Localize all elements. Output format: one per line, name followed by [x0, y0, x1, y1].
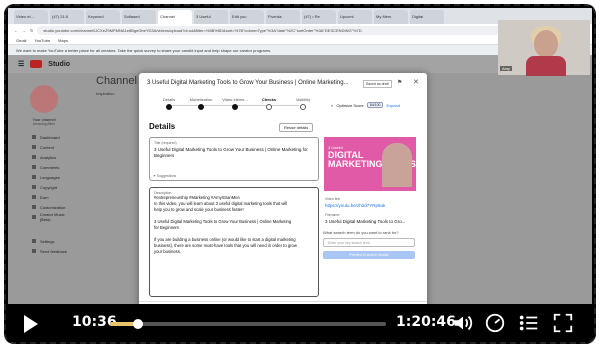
details-heading: Details [149, 122, 176, 131]
browser-tab[interactable]: Sofiased [122, 10, 156, 24]
browser-tab[interactable]: Video et... [14, 10, 48, 24]
sidebar-item-analytics[interactable]: Analytics [32, 152, 74, 162]
title-value[interactable]: 3 Useful Digital Marketing Tools to Grow… [154, 147, 314, 159]
browser-tab[interactable]: Edit you [230, 10, 264, 24]
play-icon[interactable] [24, 315, 38, 333]
sidebar-item-dashboard[interactable]: Dashboard [32, 132, 74, 142]
search-term-question: What search term do you want to rank for… [323, 230, 399, 235]
score-badge: 84/100 [366, 102, 384, 108]
music-icon [32, 215, 36, 219]
content-icon [32, 145, 36, 149]
presenter-face [534, 30, 558, 58]
preview-search-button[interactable]: Preview in search results [323, 251, 415, 259]
dialog-title: 3 Useful Digital Marketing Tools to Grow… [147, 80, 349, 86]
tab-inspiration[interactable]: Inspiration [96, 91, 114, 96]
progress-handle[interactable] [132, 319, 143, 329]
fullscreen-icon[interactable] [552, 312, 574, 334]
dashboard-icon [32, 135, 36, 139]
webcam-overlay: Amy [498, 20, 590, 76]
back-icon[interactable]: ← [14, 28, 18, 33]
duration: 1:20:46 [396, 314, 456, 330]
upload-stepper: Details Monetization Video eleme... Chec… [149, 97, 319, 111]
progress-track[interactable] [110, 319, 386, 329]
alert-icon[interactable]: ⚑ [397, 79, 402, 86]
thumbnail-presenter [382, 143, 412, 187]
title-field[interactable]: Title (required) 3 Useful Digital Market… [149, 137, 319, 181]
video-thumbnail[interactable]: 3 Useful DIGITAL MARKETING TOOLS [324, 137, 416, 191]
settings-icon [32, 239, 36, 243]
browser-tab[interactable]: (47) • Re [302, 10, 336, 24]
browser-tab[interactable]: Digital [410, 10, 444, 24]
reload-icon[interactable]: ↻ [30, 28, 33, 33]
optimize-score: ◐ Optimize Score 84/100 Expand [331, 102, 401, 108]
sidebar-item-languages[interactable]: Languages [32, 172, 74, 182]
sidebar-item-comments[interactable]: Comments [32, 162, 74, 172]
volume-icon[interactable] [452, 312, 474, 334]
chapters-list-icon[interactable] [518, 312, 540, 334]
video-player-frame: Video et... (47) 21:5 Keyword Sofiased C… [4, 4, 596, 344]
forward-icon[interactable]: → [22, 28, 26, 33]
comments-icon [32, 165, 36, 169]
player-controls: 10:36 1:20:46 [6, 304, 594, 342]
sidebar-item-earn[interactable]: Earn [32, 192, 74, 202]
browser-tab[interactable]: My Mem [374, 10, 408, 24]
description-line: your business. [154, 249, 181, 254]
bookmark-gmail[interactable]: Gmail [16, 38, 26, 43]
feedback-icon [32, 249, 36, 253]
suggestions-chip[interactable]: ✦ Suggestions [153, 174, 176, 178]
browser-tab[interactable]: Upcomi [338, 10, 372, 24]
presenter-body [526, 56, 566, 76]
sidebar-item-creator-music[interactable]: Creator Music (Beta) [32, 212, 74, 222]
youtube-logo-icon [30, 60, 43, 68]
studio-logo-text: Studio [48, 60, 71, 68]
browser-tab[interactable]: Fiverda: [266, 10, 300, 24]
languages-icon [32, 175, 36, 179]
browser-tab[interactable]: Keyword [86, 10, 120, 24]
menu-icon[interactable]: ☰ [18, 60, 24, 68]
analytics-icon [32, 155, 36, 159]
saved-draft-badge: Saved as draft [363, 80, 392, 88]
sidebar-subtitle: Amazing Allen [32, 122, 56, 126]
description-field[interactable]: Description #entrepreneurship #Marketing… [149, 187, 319, 297]
optimize-icon: ◐ [331, 102, 334, 108]
sidebar-item-feedback[interactable]: Send feedback [32, 246, 74, 256]
speed-icon[interactable] [484, 312, 506, 334]
filename-label: Filename [325, 213, 340, 217]
keyword-input[interactable]: Enter your key search term [323, 238, 415, 247]
bookmark-maps[interactable]: Maps [58, 38, 68, 43]
sidebar-item-settings[interactable]: Settings [32, 236, 74, 246]
title-label: Title (required) [154, 141, 177, 145]
video-link[interactable]: https://youtu.be/zh2d7YRp5uk [325, 203, 385, 208]
close-icon[interactable]: ✕ [413, 78, 419, 86]
video-link-label: Video link [325, 197, 341, 201]
bookmark-youtube[interactable]: YouTube [34, 38, 50, 43]
sidebar-item-content[interactable]: Content [32, 142, 74, 152]
filename-value: 3 Useful Digital Marketing Tools to Gro.… [325, 219, 406, 224]
expand-link[interactable]: Expand [386, 103, 400, 108]
video-details-dialog: 3 Useful Digital Marketing Tools to Grow… [139, 73, 427, 314]
step-visibility[interactable]: Visibility [283, 97, 323, 110]
browser-tab-active[interactable]: Channel [158, 10, 192, 24]
copyright-icon [32, 185, 36, 189]
webcam-name: Amy [500, 66, 512, 71]
earn-icon [32, 195, 36, 199]
browser-tab[interactable]: 3 Useful [194, 10, 228, 24]
customization-icon [32, 205, 36, 209]
studio-sidebar: Your channel Amazing Allen Dashboard Con… [8, 73, 80, 304]
sidebar-item-copyright[interactable]: Copyright [32, 182, 74, 192]
reuse-details-button[interactable]: Reuse details [279, 123, 314, 132]
browser-tab[interactable]: (47) 21:5 [50, 10, 84, 24]
channel-avatar[interactable] [30, 85, 58, 113]
sidebar-item-customization[interactable]: Customization [32, 202, 74, 212]
